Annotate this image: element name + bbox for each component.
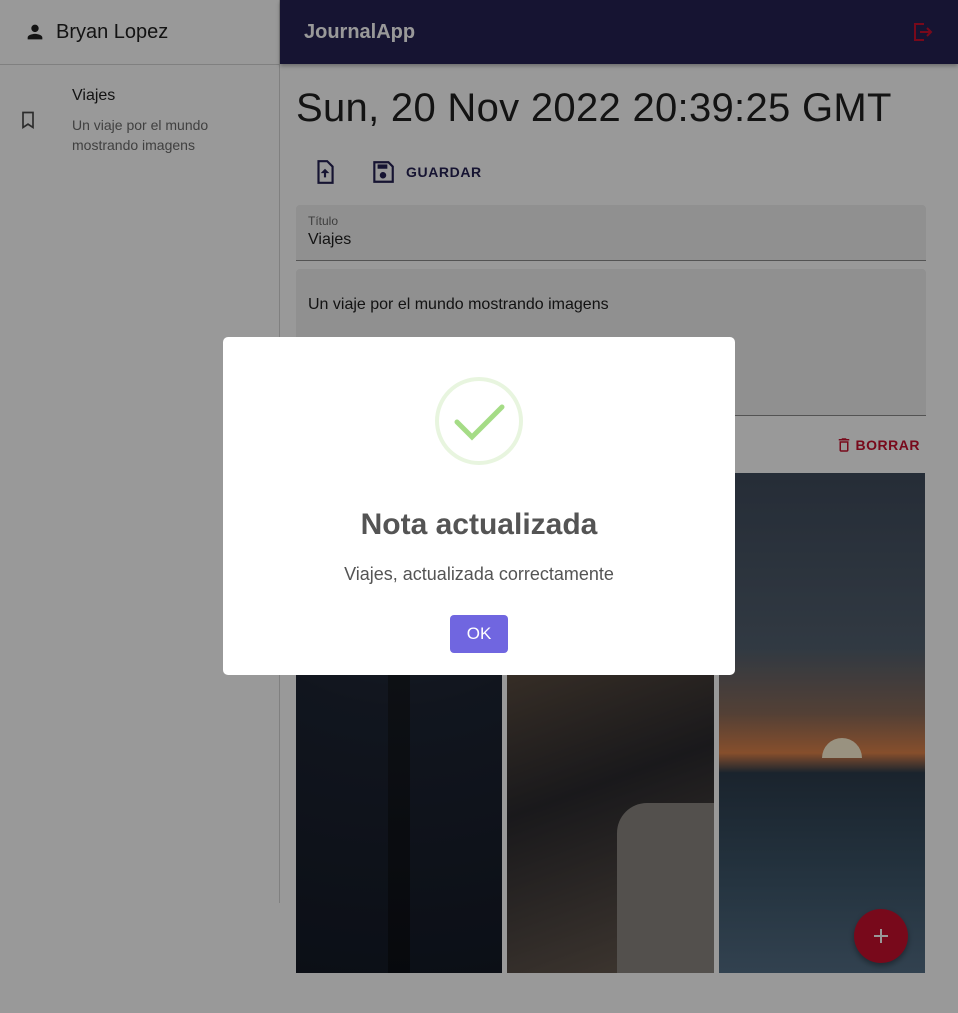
ok-button[interactable]: OK	[450, 615, 508, 653]
success-dialog: Nota actualizada Viajes, actualizada cor…	[223, 337, 735, 675]
check-icon	[435, 377, 523, 465]
dialog-message: Viajes, actualizada correctamente	[344, 564, 614, 584]
dialog-title: Nota actualizada	[360, 508, 598, 541]
